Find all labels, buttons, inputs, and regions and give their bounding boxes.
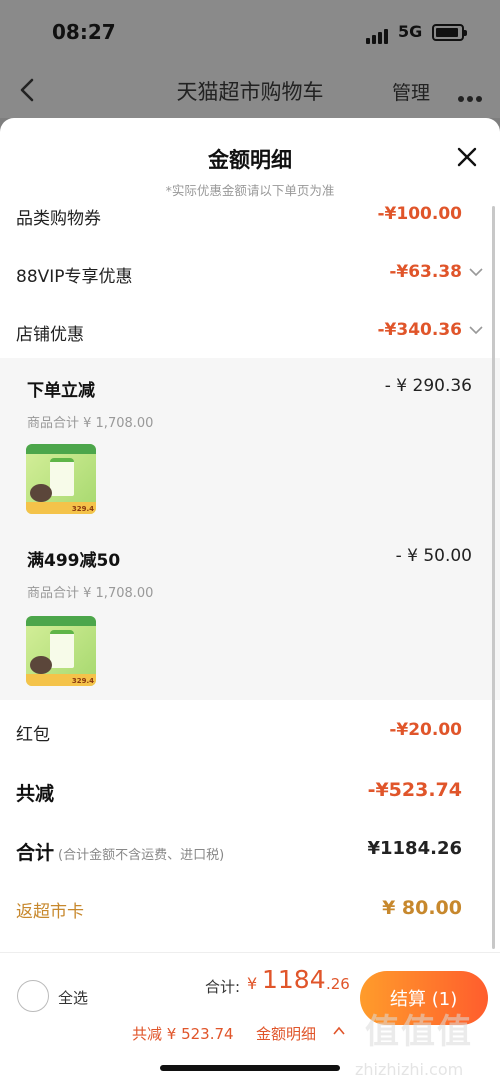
sum-currency: ¥: [247, 974, 258, 993]
sum-label: 合计:: [205, 978, 241, 996]
row-cashback: 返超市卡 ¥ 80.00: [0, 889, 500, 929]
sum-integer: 1184: [262, 965, 326, 994]
select-all-checkbox[interactable]: [17, 980, 49, 1012]
product-thumbnail[interactable]: 329.4: [26, 444, 96, 514]
thumbnail-price: 329.4: [71, 677, 94, 685]
row-amount: -¥100.00: [377, 204, 463, 224]
total-label: 合计: [16, 842, 55, 864]
row-amount: -¥340.36: [377, 320, 463, 340]
manage-button[interactable]: 管理: [392, 78, 430, 105]
select-all-label[interactable]: 全选: [58, 987, 88, 1008]
row-amount: ¥1184.26: [367, 838, 462, 859]
product-thumbnail[interactable]: 329.4: [26, 616, 96, 686]
detail-subtotal: 商品合计 ¥ 1,708.00: [27, 416, 154, 431]
row-total: 合计 (合计金额不含运费、进口税) ¥1184.26: [0, 830, 500, 870]
row-amount: -¥63.38: [389, 262, 462, 282]
home-indicator: [160, 1065, 340, 1071]
detail-subtotal: 商品合计 ¥ 1,708.00: [27, 586, 154, 601]
chevron-up-icon[interactable]: [332, 1025, 346, 1037]
row-amount: -¥20.00: [389, 720, 462, 740]
sum-decimal: .26: [326, 975, 350, 993]
row-label: 店铺优惠: [16, 325, 84, 345]
row-category-coupon: 品类购物券 -¥100.00: [0, 196, 500, 236]
row-store-discount[interactable]: 店铺优惠 -¥340.36: [0, 312, 500, 352]
signal-icon: [366, 25, 390, 44]
sheet-title: 金额明细: [208, 148, 292, 172]
detail-title: 满499减50: [27, 551, 121, 571]
watermark-logo: 值值值: [365, 1012, 473, 1052]
reduce-total: 共减 ¥ 523.74: [132, 1025, 234, 1043]
detail-amount: - ¥ 290.36: [384, 376, 472, 396]
thumbnail-price: 329.4: [71, 505, 94, 513]
close-icon[interactable]: [456, 146, 478, 168]
row-label: 共减: [16, 783, 55, 805]
detail-amount: - ¥ 50.00: [395, 546, 472, 566]
row-amount: ¥ 80.00: [382, 897, 462, 919]
network-label: 5G: [398, 22, 423, 41]
watermark-url: zhizhizhi.com: [355, 1060, 464, 1079]
amount-detail-link[interactable]: 金额明细: [256, 1023, 316, 1044]
row-label: 红包: [16, 725, 50, 745]
more-icon[interactable]: [458, 87, 486, 102]
nav-bar: 天猫超市购物车 管理: [0, 62, 500, 118]
scrollbar[interactable]: [492, 206, 495, 949]
row-total-reduce: 共减 -¥523.74: [0, 771, 500, 811]
row-label: 合计 (合计金额不含运费、进口税): [16, 838, 224, 865]
total-note: (合计金额不含运费、进口税): [58, 848, 225, 863]
detail-title: 下单立减: [27, 381, 95, 401]
chevron-down-icon[interactable]: [468, 324, 484, 336]
status-bar: 08:27 5G: [0, 0, 500, 62]
row-amount: -¥523.74: [367, 779, 462, 801]
row-label: 品类购物券: [16, 209, 101, 229]
chevron-down-icon[interactable]: [468, 266, 484, 278]
store-discount-details: 下单立减 - ¥ 290.36 商品合计 ¥ 1,708.00 329.4 满4…: [0, 358, 500, 700]
row-label: 88VIP专享优惠: [16, 267, 133, 287]
watermark: 值值值 zhizhizhi.com: [355, 1000, 495, 1080]
amount-detail-sheet: 金额明细 *实际优惠金额请以下单页为准 品类购物券 -¥100.00 88VIP…: [0, 118, 500, 1083]
row-88vip[interactable]: 88VIP专享优惠 -¥63.38: [0, 254, 500, 294]
battery-icon: [432, 24, 467, 41]
row-label: 返超市卡: [16, 902, 84, 922]
row-red-packet: 红包 -¥20.00: [0, 712, 500, 752]
status-time: 08:27: [52, 20, 116, 44]
